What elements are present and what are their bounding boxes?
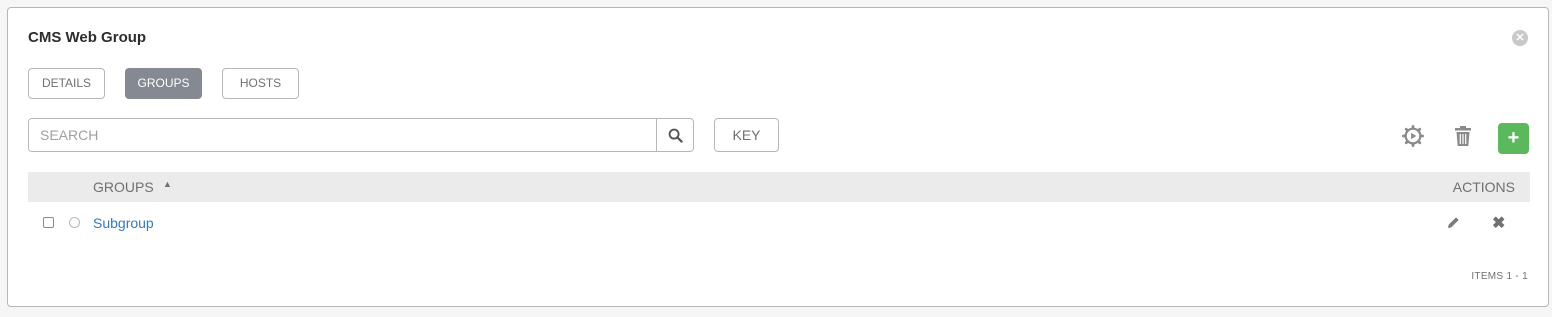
table-row: Subgroup ✖ (28, 208, 1530, 238)
pencil-icon[interactable] (1446, 216, 1462, 232)
close-icon[interactable]: ✕ (1512, 30, 1528, 46)
tab-hosts[interactable]: HOSTS (222, 68, 299, 99)
group-panel: CMS Web Group ✕ DETAILS GROUPS HOSTS KEY (7, 7, 1549, 307)
tab-bar: DETAILS GROUPS HOSTS (28, 68, 299, 99)
tab-details[interactable]: DETAILS (28, 68, 105, 99)
tab-groups[interactable]: GROUPS (125, 68, 202, 99)
search-button[interactable] (656, 119, 693, 151)
search-bar (28, 118, 694, 152)
key-button[interactable]: KEY (714, 118, 779, 152)
table-header: GROUPS ▲ ACTIONS (28, 172, 1530, 202)
pagination-info: ITEMS 1 - 1 (1471, 271, 1528, 282)
row-checkbox[interactable] (43, 217, 54, 228)
status-indicator-icon (69, 217, 80, 228)
group-link[interactable]: Subgroup (93, 215, 154, 231)
sort-ascending-icon[interactable]: ▲ (163, 179, 172, 189)
add-button[interactable]: + (1498, 123, 1529, 154)
column-header-groups[interactable]: GROUPS (93, 179, 154, 195)
trash-icon[interactable] (1451, 124, 1475, 148)
search-icon (668, 128, 683, 143)
search-input[interactable] (29, 119, 656, 151)
sync-gear-icon[interactable] (1401, 124, 1425, 148)
panel-title: CMS Web Group (28, 29, 147, 46)
column-header-actions: ACTIONS (1452, 179, 1515, 195)
delete-icon[interactable]: ✖ (1492, 213, 1505, 233)
